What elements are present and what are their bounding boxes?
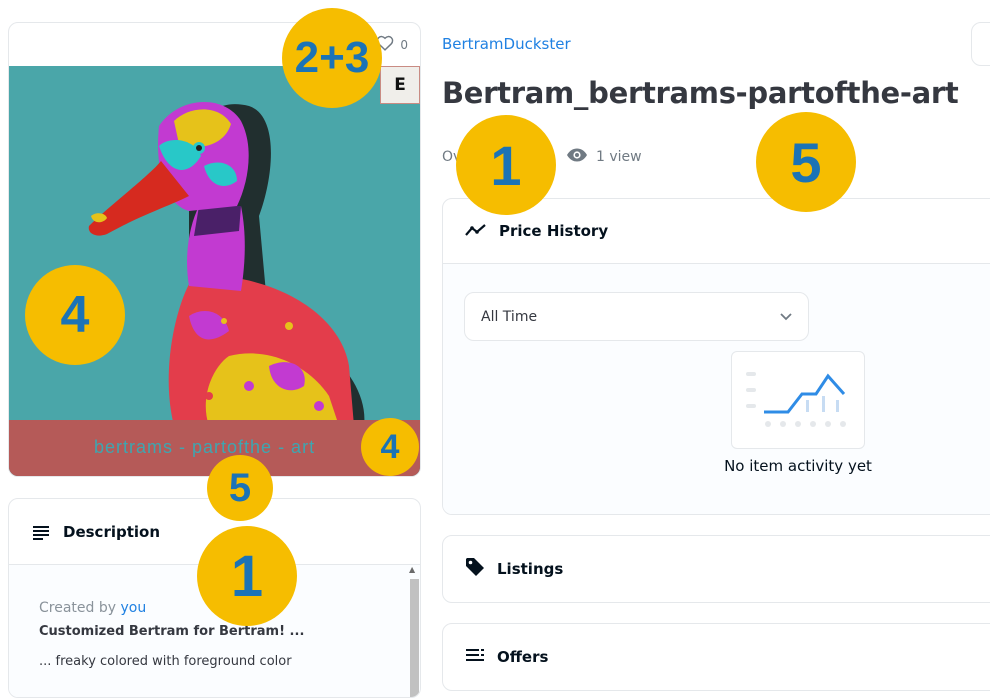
description-scrollbar-thumb[interactable] [410,579,419,697]
view-count: 1 view [566,148,642,166]
annotation-marker-caption: 4 [361,418,419,476]
edition-badge: E [380,66,420,104]
price-history-title: Price History [499,222,609,240]
listings-title: Listings [497,560,564,578]
collection-link[interactable]: BertramDuckster [442,35,571,53]
created-by-line: Created by you [39,600,146,616]
eye-icon [566,148,588,166]
description-icon [31,522,51,542]
created-by-link[interactable]: you [120,600,146,616]
offers-list-icon [465,647,485,667]
annotation-marker-owner: 1 [456,115,556,215]
item-title: Bertram_bertrams-partofthe-art [442,76,959,110]
image-caption-text: bertrams - partofthe - art [94,437,316,457]
favorite-count: 0 [400,37,408,52]
view-count-text: 1 view [596,149,642,165]
annotation-marker-favorite: 2+3 [282,8,382,108]
annotation-marker-artwork: 4 [25,265,125,365]
created-by-label: Created by [39,600,117,616]
offers-title: Offers [497,648,549,666]
chart-line-icon [465,222,487,241]
description-title: Description [63,522,161,541]
description-headline: Customized Bertram for Bertram! ... [39,624,305,639]
listings-panel[interactable]: Listings [442,535,990,603]
annotation-marker-title: 5 [756,112,856,212]
annotation-marker-description: 1 [197,526,297,626]
description-text: ... freaky colored with foreground color [39,654,292,669]
empty-chart-illustration [731,351,865,449]
annotation-marker-caption-text: 5 [207,455,273,521]
no-activity-text: No item activity yet [724,457,872,475]
time-range-select[interactable]: All Time [464,292,809,341]
refresh-button[interactable] [971,22,990,66]
price-history-panel: Price History All Time No item activity … [442,198,990,515]
offers-panel[interactable]: Offers [442,623,990,691]
tag-icon [465,557,485,581]
chevron-down-icon [780,309,792,325]
time-range-value: All Time [481,308,538,325]
scroll-up-arrow[interactable]: ▲ [409,565,415,574]
